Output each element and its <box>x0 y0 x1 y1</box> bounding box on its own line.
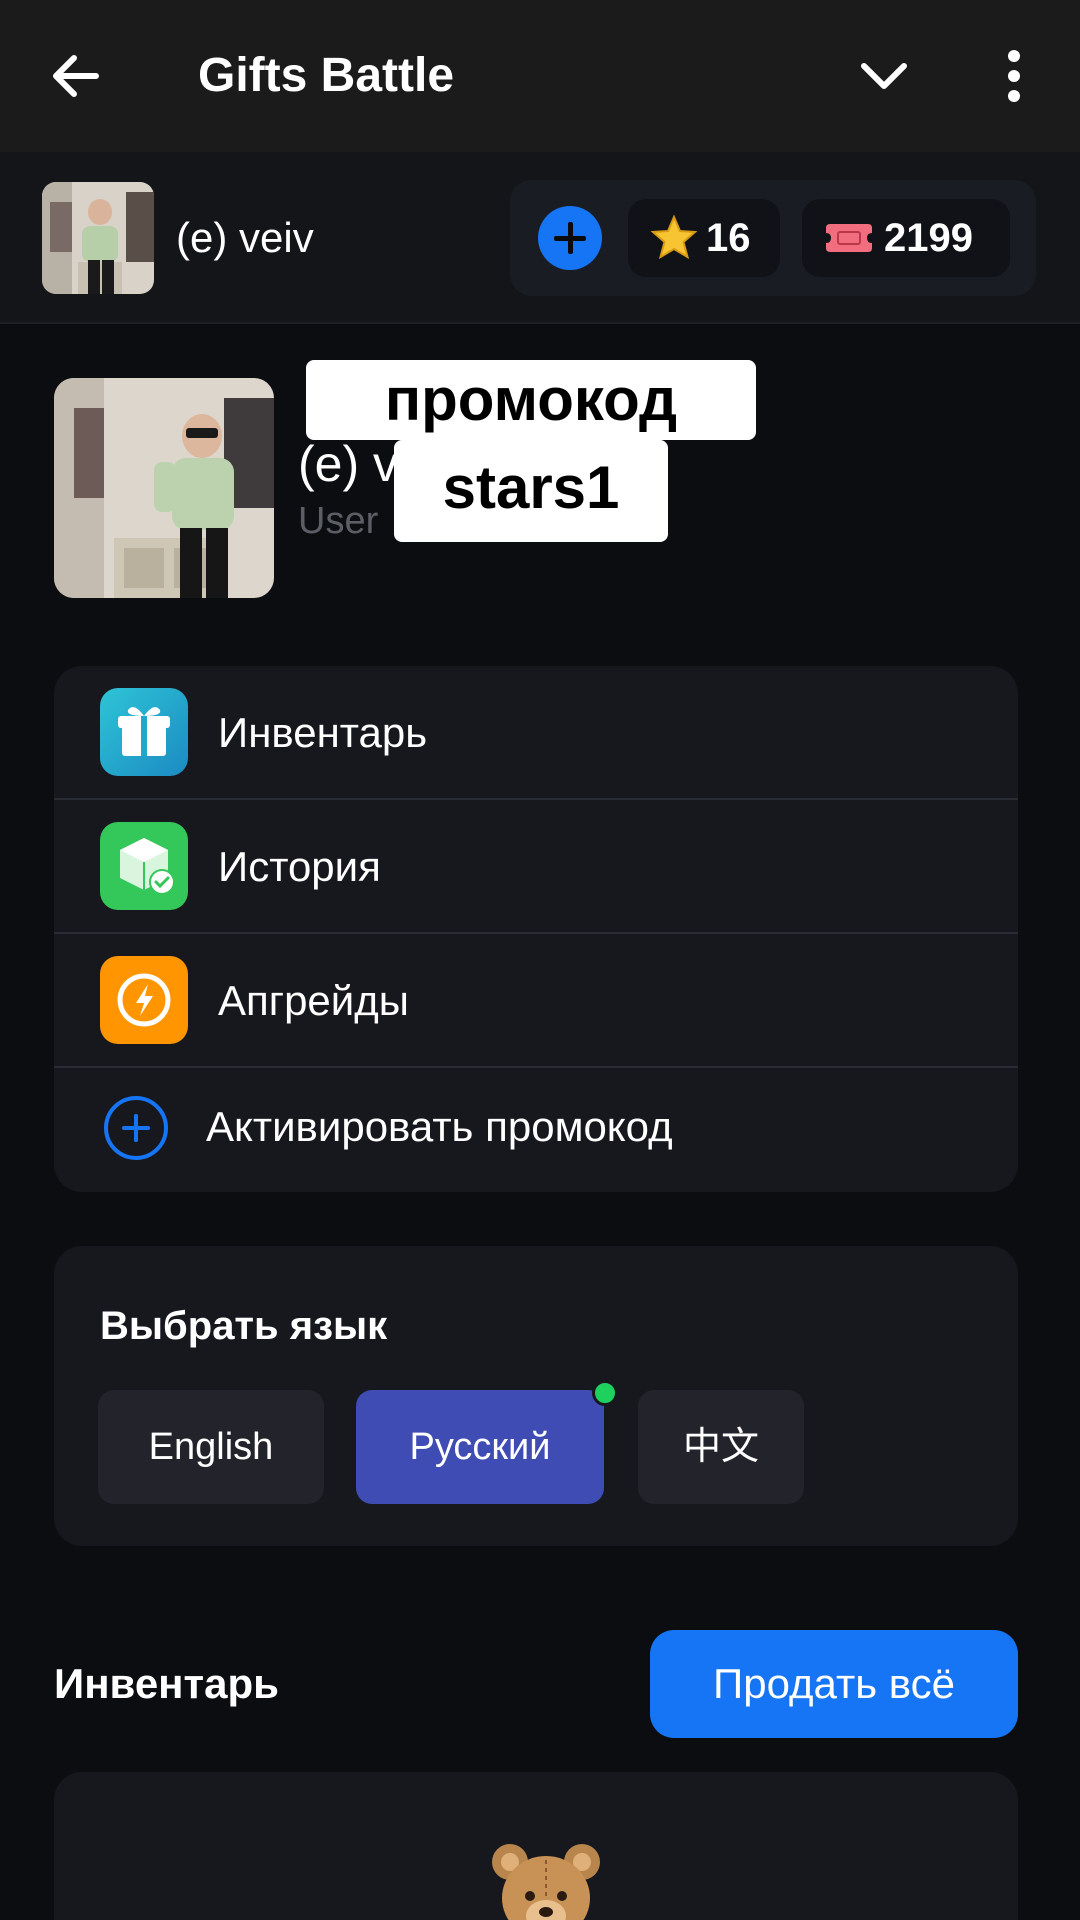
profile-menu: Инвентарь История Апгрейды Активировать <box>54 666 1018 1192</box>
menu-item-activate-promo[interactable]: Активировать промокод <box>54 1068 1018 1192</box>
arrow-left-icon <box>53 55 99 97</box>
menu-label-upgrades: Апгрейды <box>218 977 409 1024</box>
selected-indicator-dot <box>592 1380 618 1406</box>
ticket-icon <box>826 224 872 252</box>
dropdown-button[interactable] <box>852 44 916 108</box>
menu-item-inventory[interactable]: Инвентарь <box>54 666 1018 800</box>
menu-label-inventory: Инвентарь <box>218 709 428 756</box>
language-selector: Выбрать язык English Русский 中文 <box>54 1246 1018 1546</box>
user-name: (e) veiv <box>176 214 314 261</box>
profile-avatar <box>54 378 274 598</box>
inventory-item-card[interactable] <box>54 1772 1018 1920</box>
language-title: Выбрать язык <box>100 1304 388 1348</box>
language-option-chinese[interactable]: 中文 <box>638 1390 804 1504</box>
profile-name: (e) v <box>298 436 398 492</box>
stars-balance[interactable]: 16 <box>628 199 780 277</box>
more-menu-button[interactable] <box>984 44 1044 108</box>
user-header: (e) veiv 16 2199 <box>0 152 1080 324</box>
sell-all-button[interactable]: Продать всё <box>650 1630 1018 1738</box>
avatar-photo <box>42 182 154 294</box>
add-balance-button[interactable] <box>538 206 602 270</box>
chevron-down-icon <box>861 63 907 89</box>
menu-label-activate-promo: Активировать промокод <box>206 1103 673 1150</box>
profile-photo <box>54 378 274 598</box>
lightning-icon <box>100 956 188 1044</box>
star-icon <box>650 214 698 260</box>
menu-item-upgrades[interactable]: Апгрейды <box>54 934 1018 1068</box>
balance-panel: 16 2199 <box>510 180 1036 296</box>
gift-icon <box>100 688 188 776</box>
plus-circle-icon <box>104 1096 168 1160</box>
more-vertical-icon <box>1008 50 1020 102</box>
teddy-bear-icon <box>492 1844 600 1920</box>
avatar[interactable] <box>42 182 154 294</box>
menu-label-history: История <box>218 843 381 890</box>
stars-count: 16 <box>706 215 751 260</box>
promo-overlay-code: stars1 <box>394 440 668 542</box>
promo-overlay-caption: промокод <box>306 360 756 440</box>
tickets-balance[interactable]: 2199 <box>802 199 1010 277</box>
profile-subtitle: User <box>298 500 379 542</box>
language-option-english[interactable]: English <box>98 1390 324 1504</box>
app-title: Gifts Battle <box>198 49 455 102</box>
language-option-russian[interactable]: Русский <box>356 1390 604 1504</box>
box-check-icon <box>100 822 188 910</box>
tickets-count: 2199 <box>884 215 973 260</box>
inventory-title: Инвентарь <box>54 1660 279 1707</box>
app-bar: Gifts Battle <box>0 0 1080 152</box>
back-button[interactable] <box>44 44 108 108</box>
menu-item-history[interactable]: История <box>54 800 1018 934</box>
